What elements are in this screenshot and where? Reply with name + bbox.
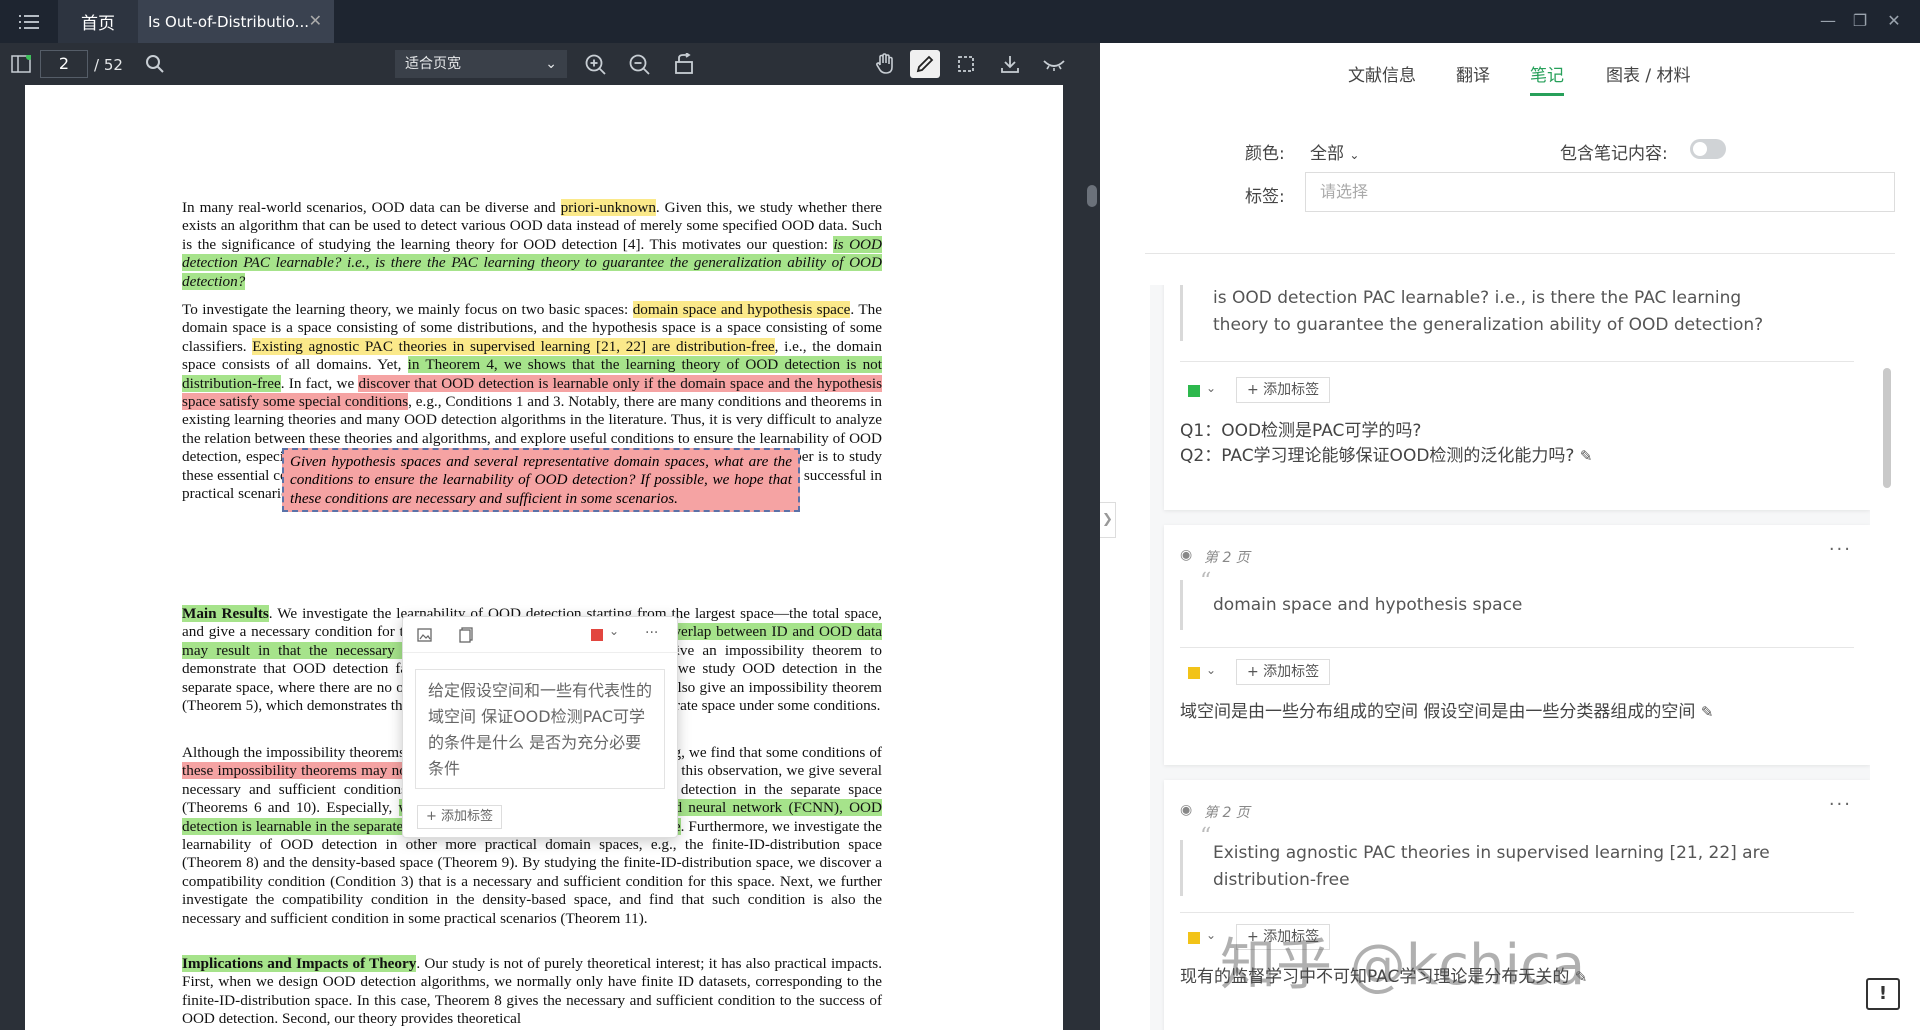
- chevron-down-icon: ⌄: [1349, 148, 1360, 162]
- paragraph-intro: In many real-world scenarios, OOD data c…: [182, 199, 882, 291]
- tab-document-label: Is Out-of-Distributio...: [148, 12, 309, 31]
- chevron-down-icon: ⌄: [1206, 928, 1217, 942]
- tab-notes[interactable]: 笔记: [1530, 61, 1564, 96]
- area-select-icon[interactable]: [951, 50, 981, 78]
- card-divider: [1180, 912, 1854, 913]
- zoom-out-icon[interactable]: [624, 50, 654, 78]
- pdf-toolbar: 2 / 52 适合页宽 ⌄: [0, 43, 1100, 85]
- color-swatch-green: [1188, 385, 1200, 397]
- page-total: / 52: [94, 56, 123, 74]
- paragraph-implications: Implications and Impacts of Theory. Our …: [182, 955, 882, 1029]
- tab-document[interactable]: Is Out-of-Distributio... ✕: [138, 0, 334, 43]
- tag-filter-input[interactable]: 请选择: [1305, 172, 1895, 212]
- note-body-line: 域空间是由一些分布组成的空间 假设空间是由一些分类器组成的空间 ✎: [1180, 700, 1713, 725]
- highlighted-text[interactable]: domain space and hypothesis space: [632, 301, 851, 318]
- add-tag-button[interactable]: + 添加标签: [417, 805, 503, 829]
- restore-icon[interactable]: ❐: [1846, 8, 1874, 34]
- tag-filter-label: 标签:: [1245, 187, 1285, 207]
- more-icon[interactable]: ···: [645, 625, 658, 641]
- zoom-mode-value: 适合页宽: [405, 56, 461, 72]
- page-number-input[interactable]: 2: [40, 50, 88, 78]
- note-body-line: Q2：PAC学习理论能够保证OOD检测的泛化能力吗? ✎: [1180, 444, 1592, 469]
- annotation-popup: ⌄ ··· 给定假设空间和一些有代表性的域空间 保证OOD检测PAC可学的条件是…: [402, 616, 679, 838]
- note-color-picker[interactable]: ⌄: [1188, 928, 1222, 946]
- note-body-line: Q1：OOD检测是PAC可学的吗?: [1180, 421, 1422, 441]
- highlighted-text[interactable]: Implications and Impacts of Theory: [182, 955, 417, 972]
- color-filter-label: 颜色:: [1245, 144, 1285, 164]
- body-text: In many real-world scenarios, OOD data c…: [182, 199, 561, 216]
- tab-translate[interactable]: 翻译: [1456, 61, 1490, 86]
- add-tag-button[interactable]: + 添加标签: [1236, 377, 1331, 403]
- body-text: To investigate the learning theory, we m…: [182, 301, 633, 318]
- note-quote: is OOD detection PAC learnable? i.e., is…: [1180, 285, 1800, 341]
- note-quote: domain space and hypothesis space: [1180, 580, 1820, 630]
- read-mode-icon[interactable]: [1039, 50, 1069, 78]
- more-options-icon[interactable]: ···: [1829, 794, 1852, 815]
- note-color-picker[interactable]: ⌄: [1188, 381, 1222, 399]
- color-filter-select[interactable]: 全部 ⌄: [1310, 139, 1359, 164]
- close-tab-icon[interactable]: ✕: [309, 11, 322, 30]
- note-body-text: Q2：PAC学习理论能够保证OOD检测的泛化能力吗?: [1180, 446, 1575, 466]
- title-bar: 首页 Is Out-of-Distributio... ✕ — ❐ ✕: [0, 0, 1920, 43]
- notes-list: is OOD detection PAC learnable? i.e., is…: [1150, 285, 1870, 1030]
- body-text: . In fact, we: [280, 374, 359, 392]
- filter-divider: [1145, 253, 1895, 254]
- include-notes-label: 包含笔记内容:: [1560, 144, 1668, 164]
- edit-pencil-icon[interactable]: ✎: [1701, 703, 1714, 721]
- highlighted-text[interactable]: priori-unknown: [560, 199, 656, 216]
- note-page-ref: 第 2 页: [1204, 550, 1250, 566]
- more-options-icon[interactable]: ···: [1829, 539, 1852, 560]
- include-notes-toggle[interactable]: [1690, 139, 1726, 159]
- card-divider: [1180, 647, 1854, 648]
- tab-home-label: 首页: [81, 14, 115, 34]
- note-quote: Existing agnostic PAC theories in superv…: [1180, 840, 1820, 896]
- chevron-down-icon: ⌄: [1206, 381, 1217, 395]
- sidebar-toggle-icon[interactable]: [6, 50, 36, 78]
- location-icon: ◉: [1180, 802, 1193, 818]
- edit-pencil-icon[interactable]: ✎: [1580, 447, 1593, 465]
- rotate-icon[interactable]: [669, 50, 699, 78]
- highlighted-text[interactable]: Main Results: [182, 605, 269, 622]
- copy-icon[interactable]: [459, 627, 473, 647]
- color-swatch-yellow: [1188, 667, 1200, 679]
- right-panel-tabs: 文献信息 翻译 笔记 图表 / 材料: [1100, 43, 1920, 103]
- color-swatch-yellow: [1188, 932, 1200, 944]
- zoom-mode-select[interactable]: 适合页宽 ⌄: [395, 50, 567, 78]
- popup-toolbar: ⌄ ···: [403, 617, 679, 653]
- image-note-icon[interactable]: [417, 627, 433, 647]
- note-card[interactable]: is OOD detection PAC learnable? i.e., is…: [1164, 285, 1870, 510]
- collapse-panel-button[interactable]: ❯: [1100, 502, 1116, 538]
- menu-icon[interactable]: [12, 8, 46, 35]
- highlighted-text[interactable]: Existing agnostic PAC theories in superv…: [252, 337, 775, 355]
- location-icon: ◉: [1180, 547, 1193, 563]
- tab-charts-materials[interactable]: 图表 / 材料: [1606, 61, 1691, 86]
- hand-tool-icon[interactable]: [870, 50, 900, 78]
- note-card[interactable]: ◉ 第 2 页 ··· “ domain space and hypothesi…: [1164, 525, 1870, 765]
- zoom-in-icon[interactable]: [580, 50, 610, 78]
- color-swatch-red[interactable]: [591, 629, 603, 641]
- download-icon[interactable]: [995, 50, 1025, 78]
- note-color-picker[interactable]: ⌄: [1188, 663, 1222, 681]
- notes-scrollbar[interactable]: [1883, 368, 1891, 488]
- feedback-button[interactable]: !: [1866, 978, 1900, 1010]
- note-body-text: 域空间是由一些分布组成的空间 假设空间是由一些分类器组成的空间: [1180, 702, 1696, 722]
- close-window-icon[interactable]: ✕: [1880, 8, 1908, 34]
- chevron-down-icon: ⌄: [545, 56, 557, 72]
- highlighted-question-box: Given hypothesis spaces and several repr…: [282, 448, 800, 512]
- note-textarea[interactable]: 给定假设空间和一些有代表性的域空间 保证OOD检测PAC可学的条件是什么 是否为…: [415, 669, 665, 789]
- tab-home[interactable]: 首页: [58, 0, 138, 43]
- watermark: 知乎 @kchica: [1220, 933, 1586, 998]
- chevron-down-icon[interactable]: ⌄: [609, 624, 619, 638]
- note-page-ref: 第 2 页: [1204, 805, 1250, 821]
- tab-document-info[interactable]: 文献信息: [1348, 61, 1416, 86]
- add-tag-button[interactable]: + 添加标签: [1236, 659, 1331, 685]
- chevron-down-icon: ⌄: [1206, 663, 1217, 677]
- color-filter-value: 全部: [1310, 144, 1344, 164]
- pdf-scrollbar[interactable]: [1087, 185, 1097, 207]
- minimize-icon[interactable]: —: [1814, 8, 1842, 34]
- search-icon[interactable]: [140, 50, 170, 78]
- highlight-pen-icon[interactable]: [910, 50, 940, 78]
- card-divider: [1180, 361, 1854, 362]
